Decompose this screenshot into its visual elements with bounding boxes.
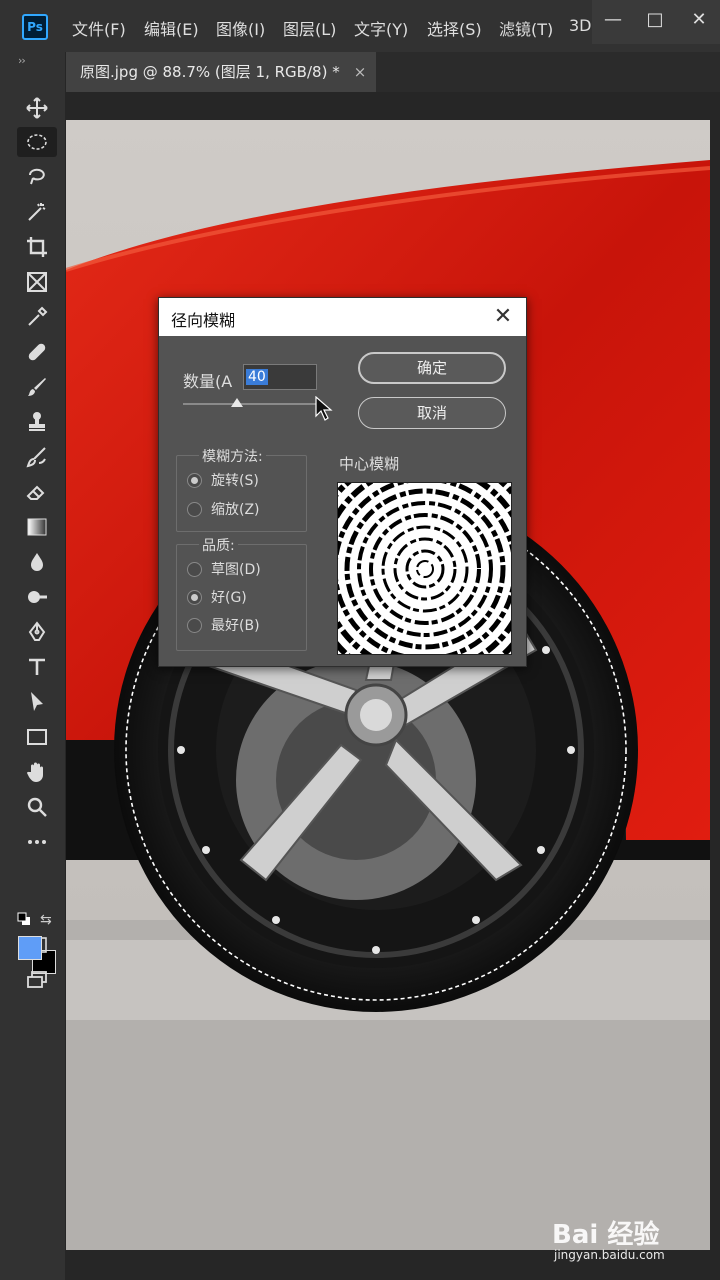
elliptical-marquee-icon[interactable] [17, 127, 57, 157]
dialog-title: 径向模糊 [171, 311, 236, 330]
document-canvas[interactable] [66, 120, 710, 1250]
menu-type[interactable]: 文字(Y) [354, 16, 408, 40]
radial-rings-preview [338, 483, 511, 654]
hand-icon[interactable] [17, 757, 57, 787]
amount-input[interactable]: 40 [243, 364, 317, 390]
photoshop-logo-icon: Ps [22, 14, 48, 40]
cancel-button[interactable]: 取消 [358, 397, 506, 429]
window-controls: — □ ✕ [592, 0, 720, 44]
menu-edit[interactable]: 编辑(E) [144, 16, 199, 40]
radio-best-label: 最好(B) [211, 618, 260, 634]
radio-best[interactable]: 最好(B) [187, 615, 260, 635]
type-icon[interactable] [17, 652, 57, 682]
menu-layer[interactable]: 图层(L) [283, 16, 336, 40]
car-wheel-photo [66, 120, 710, 1250]
amount-value: 40 [246, 369, 268, 385]
radio-best-button[interactable] [187, 617, 202, 633]
blur-center-label: 中心模糊 [339, 455, 400, 473]
lasso-icon[interactable] [17, 162, 57, 192]
collapse-panel-icon[interactable]: ›› [18, 54, 26, 67]
quality-label: 品质: [199, 535, 238, 555]
tools-panel: ›› ⇆ [0, 52, 66, 1280]
history-brush-icon[interactable] [17, 442, 57, 472]
frame-icon[interactable] [17, 267, 57, 297]
maximize-button[interactable]: □ [634, 0, 676, 44]
blur-method-group: 模糊方法: 旋转(S) 缩放(Z) [176, 446, 307, 532]
pen-icon[interactable] [17, 617, 57, 647]
dodge-icon[interactable] [17, 582, 57, 612]
dialog-titlebar[interactable]: 径向模糊 ✕ [159, 298, 526, 336]
baidu-logo: Bai 经验 [552, 1220, 660, 1250]
baidu-watermark: Bai 经验 jingyan.baidu.com [552, 1210, 702, 1270]
move-icon[interactable] [17, 93, 57, 123]
radio-draft[interactable]: 草图(D) [187, 559, 261, 579]
amount-label: 数量(A [183, 372, 233, 391]
swap-colors-icon[interactable]: ⇆ [40, 912, 52, 928]
close-button[interactable]: ✕ [678, 0, 720, 44]
baidu-url: jingyan.baidu.com [554, 1248, 665, 1262]
blur-center-preview[interactable] [337, 482, 512, 655]
radio-spin[interactable]: 旋转(S) [187, 470, 259, 490]
radio-spin-label: 旋转(S) [211, 473, 259, 489]
radio-zoom-label: 缩放(Z) [211, 502, 260, 518]
blur-icon[interactable] [17, 547, 57, 577]
ok-button[interactable]: 确定 [358, 352, 506, 384]
menu-select[interactable]: 选择(S) [427, 16, 482, 40]
zoom-icon[interactable] [17, 792, 57, 822]
document-tab-bar: 原图.jpg @ 88.7% (图层 1, RGB/8) * × [66, 52, 720, 92]
path-selection-icon[interactable] [17, 687, 57, 717]
radio-good-label: 好(G) [211, 590, 247, 606]
rectangle-icon[interactable] [17, 722, 57, 752]
radio-draft-button[interactable] [187, 561, 202, 577]
screen-mode-icon[interactable] [17, 965, 57, 995]
canvas-area [66, 92, 720, 1280]
clone-stamp-icon[interactable] [17, 407, 57, 437]
magic-wand-icon[interactable] [17, 197, 57, 227]
radio-good-button[interactable] [187, 589, 202, 605]
dialog-close-icon[interactable]: ✕ [488, 302, 518, 332]
tab-close-icon[interactable]: × [348, 52, 372, 92]
healing-brush-icon[interactable] [17, 337, 57, 367]
radio-spin-button[interactable] [187, 472, 202, 488]
radial-blur-dialog: 径向模糊 ✕ 数量(A 40 确定 取消 模糊方法: 旋转(S) 缩放(Z) 品… [158, 297, 527, 667]
amount-slider-thumb[interactable] [231, 398, 244, 407]
mouse-cursor-icon [315, 396, 333, 421]
radio-good[interactable]: 好(G) [187, 587, 247, 607]
document-tab-title: 原图.jpg @ 88.7% (图层 1, RGB/8) * [80, 63, 340, 81]
radio-zoom-button[interactable] [187, 501, 202, 517]
brush-icon[interactable] [17, 372, 57, 402]
menu-file[interactable]: 文件(F) [72, 16, 126, 40]
radio-draft-label: 草图(D) [211, 562, 261, 578]
menu-image[interactable]: 图像(I) [216, 16, 265, 40]
eyedropper-icon[interactable] [17, 302, 57, 332]
menu-3d[interactable]: 3D [569, 16, 593, 35]
quality-group: 品质: 草图(D) 好(G) 最好(B) [176, 535, 307, 651]
menu-filter[interactable]: 滤镜(T) [499, 16, 553, 40]
eraser-icon[interactable] [17, 477, 57, 507]
more-tools-icon[interactable] [17, 827, 57, 857]
amount-slider-track[interactable] [183, 403, 319, 405]
foreground-color-swatch[interactable] [18, 936, 42, 960]
blur-method-label: 模糊方法: [199, 446, 266, 466]
menu-bar: Ps 文件(F) 编辑(E) 图像(I) 图层(L) 文字(Y) 选择(S) 滤… [0, 0, 720, 52]
minimize-button[interactable]: — [592, 0, 634, 44]
gradient-icon[interactable] [17, 512, 57, 542]
document-tab[interactable]: 原图.jpg @ 88.7% (图层 1, RGB/8) * [66, 52, 376, 92]
radio-zoom[interactable]: 缩放(Z) [187, 499, 260, 519]
default-colors-icon[interactable] [17, 912, 31, 926]
crop-icon[interactable] [17, 232, 57, 262]
